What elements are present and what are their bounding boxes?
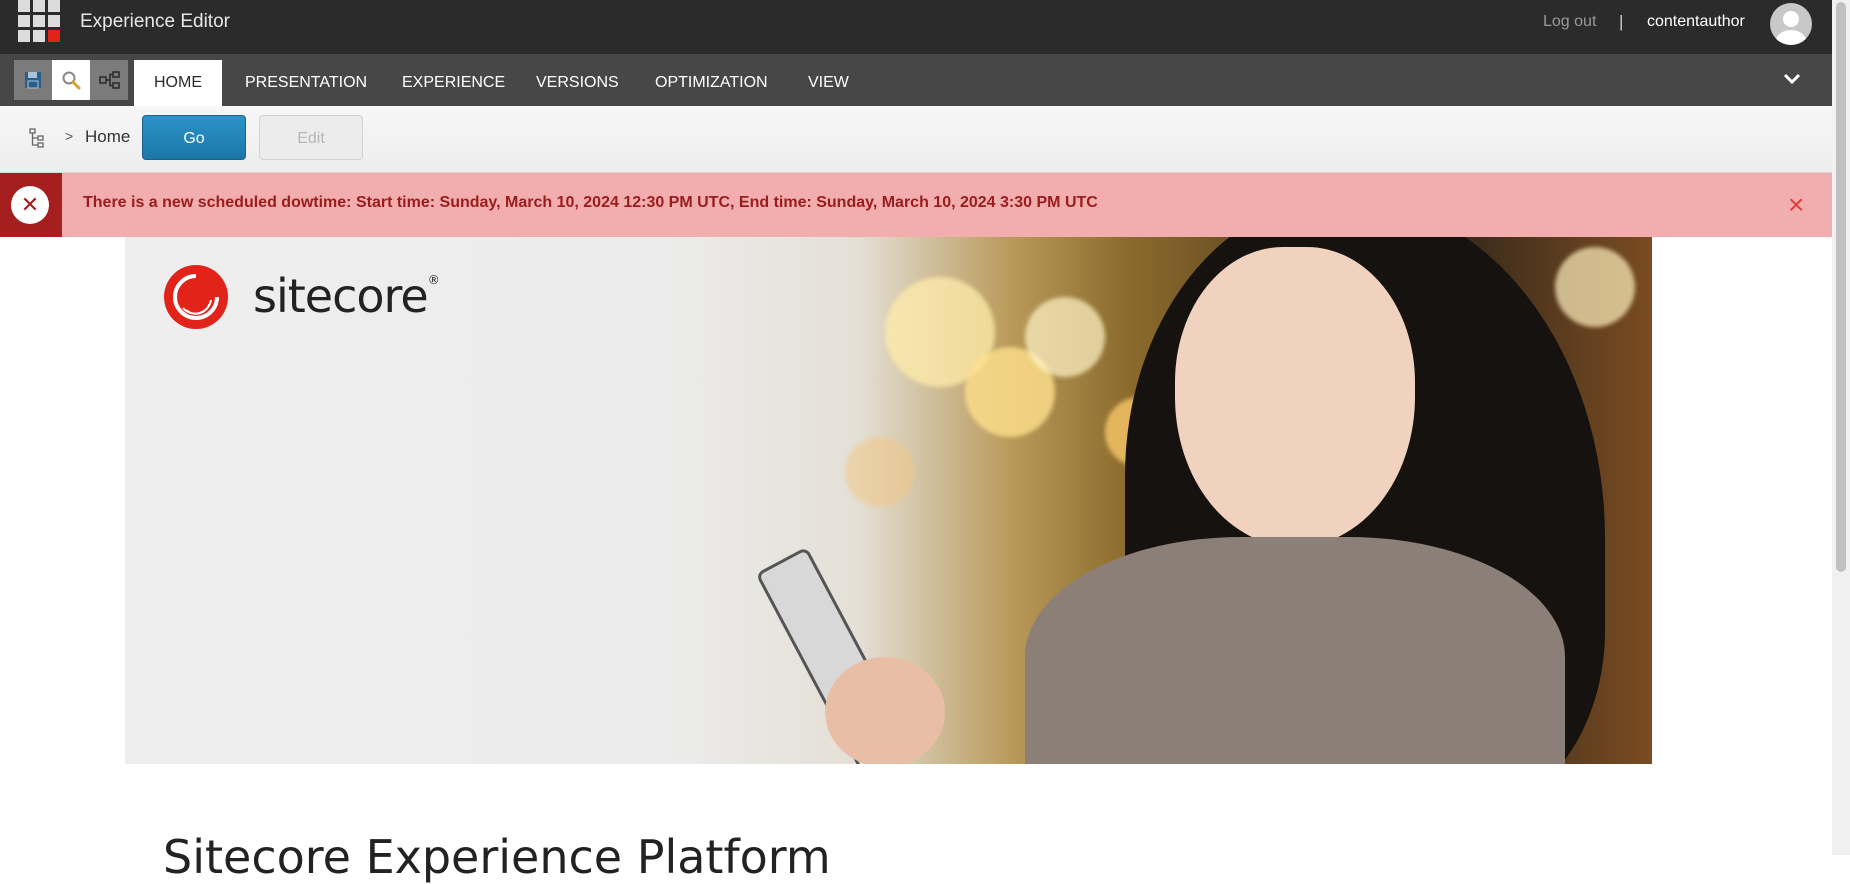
tab-home[interactable]: HOME <box>134 60 222 106</box>
sitecore-logo-icon <box>164 265 228 329</box>
avatar[interactable] <box>1770 3 1812 45</box>
search-button[interactable] <box>52 60 90 100</box>
alert-icon-box: ✕ <box>0 173 62 237</box>
logout-link[interactable]: Log out <box>1543 13 1596 31</box>
sitecore-logo-text: sitecore® <box>253 269 440 323</box>
ribbon: HOME PRESENTATION EXPERIENCE VERSIONS OP… <box>0 54 1832 106</box>
navigate-button[interactable] <box>90 60 128 100</box>
app-launcher-icon[interactable] <box>18 0 61 43</box>
save-icon <box>25 72 41 89</box>
breadcrumb-separator: > <box>65 128 74 144</box>
chevron-down-icon <box>1783 73 1801 85</box>
page-scrollbar[interactable] <box>1832 0 1850 855</box>
tab-experience[interactable]: EXPERIENCE <box>382 60 525 106</box>
save-button[interactable] <box>14 60 52 100</box>
downtime-alert: ✕ There is a new scheduled dowtime: Star… <box>0 173 1832 237</box>
error-x-icon: ✕ <box>11 186 49 224</box>
tab-view[interactable]: VIEW <box>788 60 869 106</box>
alert-message: There is a new scheduled dowtime: Start … <box>83 194 1098 211</box>
username: contentauthor <box>1647 13 1745 30</box>
user-separator: | <box>1619 12 1624 31</box>
content-tree-icon[interactable] <box>28 127 46 154</box>
close-icon[interactable]: × <box>1788 189 1804 221</box>
app-title: Experience Editor <box>80 11 230 32</box>
tree-structure-icon <box>99 71 120 89</box>
edit-button[interactable]: Edit <box>259 115 363 160</box>
breadcrumb-home[interactable]: Home <box>85 127 130 147</box>
page-title: Sitecore Experience Platform <box>163 830 831 884</box>
hero-banner: sitecore® <box>125 237 1652 764</box>
search-icon <box>62 71 81 90</box>
top-bar: Experience Editor Log out | contentautho… <box>0 0 1832 54</box>
scrollbar-thumb[interactable] <box>1836 2 1846 572</box>
navigation-bar: > Home Go Edit <box>0 106 1832 173</box>
tab-optimization[interactable]: OPTIMIZATION <box>635 60 788 106</box>
tab-presentation[interactable]: PRESENTATION <box>225 60 387 106</box>
tab-versions[interactable]: VERSIONS <box>516 60 639 106</box>
ribbon-toggle-button[interactable] <box>1781 68 1803 90</box>
go-button[interactable]: Go <box>142 115 246 160</box>
